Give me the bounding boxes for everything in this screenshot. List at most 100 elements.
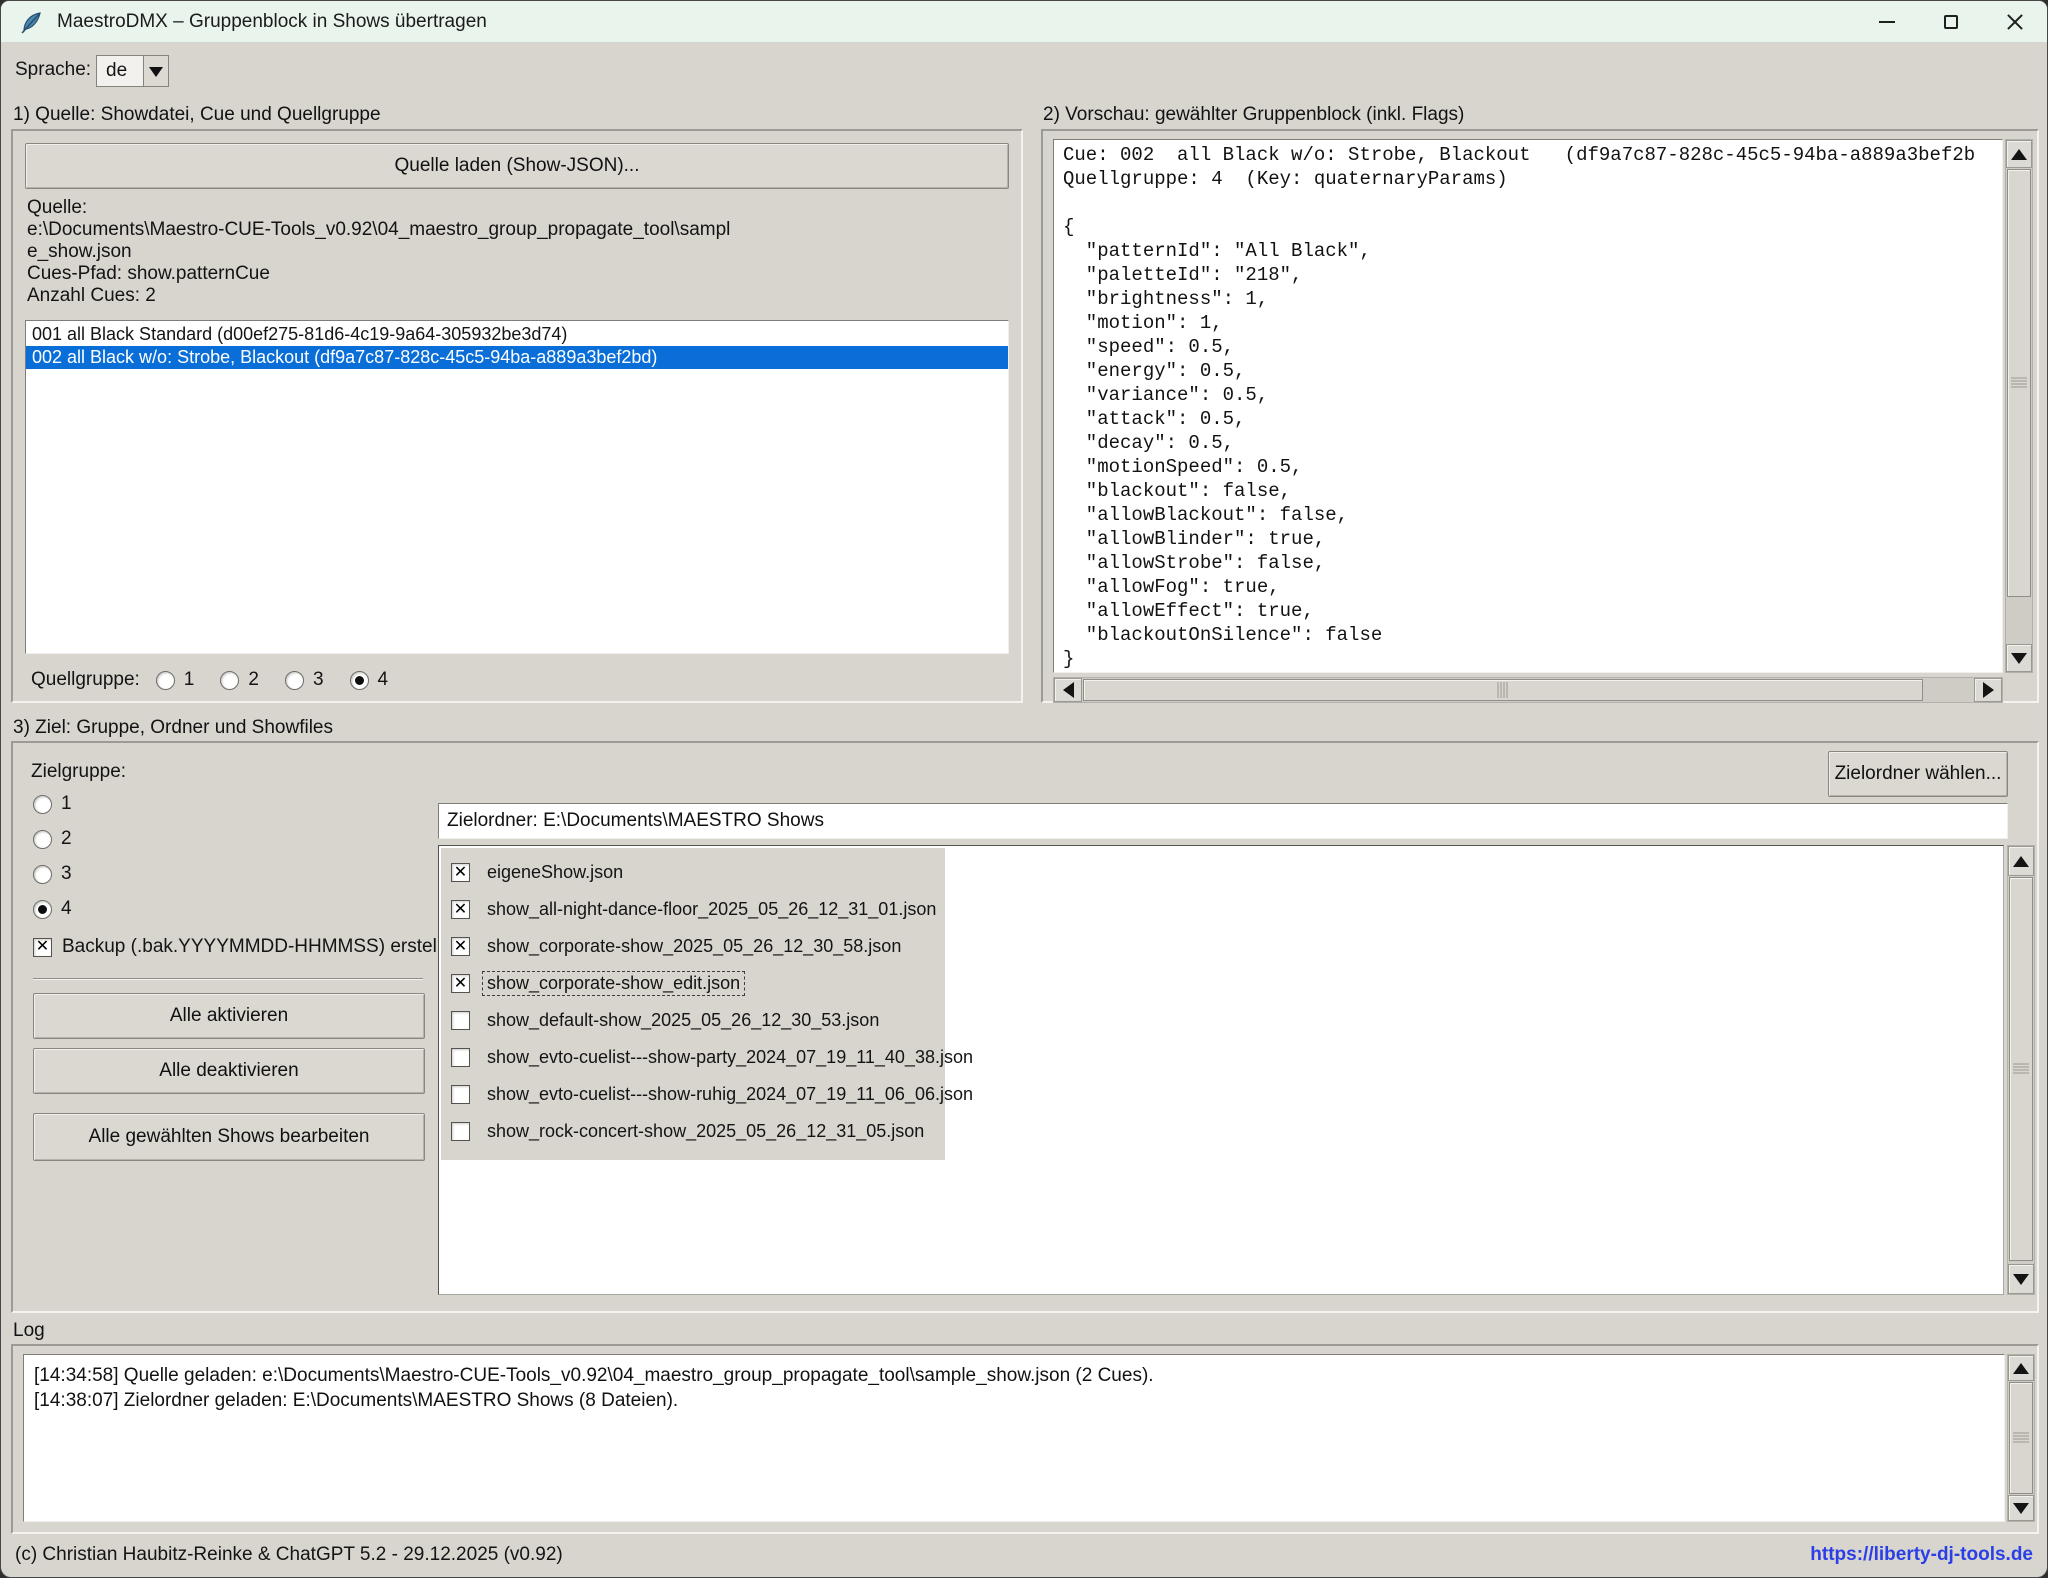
radio-label: 4 [61, 898, 72, 920]
target-folder-input[interactable] [438, 803, 2008, 839]
language-value: de [97, 56, 143, 86]
activate-all-button[interactable]: Alle aktivieren [33, 993, 425, 1039]
triangle-up-icon [2011, 149, 2027, 160]
file-label: show_evto-cuelist---show-ruhig_2024_07_1… [482, 1082, 978, 1107]
scroll-up-icon[interactable] [2006, 140, 2032, 168]
file-label: show_corporate-show_edit.json [482, 971, 745, 996]
radio-label: 1 [61, 793, 72, 815]
scrollbar-thumb[interactable] [2007, 169, 2031, 597]
file-checkbox-item[interactable]: show_rock-concert-show_2025_05_26_12_31_… [441, 1113, 945, 1150]
radio-icon [156, 671, 175, 690]
radio-icon [350, 671, 369, 690]
radio-icon [33, 865, 52, 884]
preview-vertical-scrollbar[interactable] [2005, 139, 2033, 673]
preview-horizontal-scrollbar[interactable] [1053, 677, 2003, 703]
backup-checkbox[interactable]: Backup (.bak.YYYYMMDD-HHMMSS) erstellen [33, 936, 462, 958]
showfiles-vertical-scrollbar[interactable] [2007, 845, 2035, 1295]
website-link[interactable]: https://liberty-dj-tools.de [1810, 1544, 2033, 1566]
checkbox-icon [451, 937, 470, 956]
file-checkbox-item[interactable]: eigeneShow.json [441, 854, 945, 891]
scroll-right-icon[interactable] [1974, 678, 2002, 702]
preview-section-heading: 2) Vorschau: gewählter Gruppenblock (ink… [1043, 104, 1464, 126]
checkbox-icon [451, 974, 470, 993]
target-group-radio-3[interactable]: 3 [33, 863, 72, 885]
target-group-radio-4[interactable]: 4 [33, 898, 72, 920]
scroll-up-icon[interactable] [2008, 1355, 2034, 1381]
triangle-up-icon [2013, 856, 2029, 867]
file-label: show_default-show_2025_05_26_12_30_53.js… [482, 1008, 884, 1033]
radio-label: 2 [61, 828, 72, 850]
file-checkbox-item[interactable]: show_all-night-dance-floor_2025_05_26_12… [441, 891, 945, 928]
checkbox-icon [33, 938, 52, 957]
scroll-down-icon[interactable] [2006, 644, 2032, 672]
close-button[interactable] [1983, 1, 2047, 42]
scrollbar-thumb[interactable] [2009, 1382, 2033, 1494]
scrollbar-thumb[interactable] [2009, 877, 2033, 1261]
cue-list-item[interactable]: 002 all Black w/o: Strobe, Blackout (df9… [26, 346, 1008, 369]
file-label: eigeneShow.json [482, 860, 628, 885]
choose-target-folder-button[interactable]: Zielordner wählen... [1828, 751, 2008, 797]
language-select[interactable]: de [96, 55, 169, 87]
log-vertical-scrollbar[interactable] [2007, 1354, 2035, 1522]
triangle-down-icon [2013, 1503, 2029, 1514]
radio-icon [285, 671, 304, 690]
checkbox-icon [451, 1085, 470, 1104]
minimize-button[interactable] [1855, 1, 1919, 42]
scroll-left-icon[interactable] [1054, 678, 1082, 702]
scroll-down-icon[interactable] [2008, 1264, 2034, 1294]
source-group-radio-2[interactable]: 2 [220, 669, 259, 691]
copyright-text: (c) Christian Haubitz-Reinke & ChatGPT 5… [15, 1544, 563, 1566]
scrollbar-thumb[interactable] [1083, 679, 1923, 701]
deactivate-all-button[interactable]: Alle deaktivieren [33, 1048, 425, 1094]
minimize-icon [1879, 21, 1895, 23]
radio-icon [33, 830, 52, 849]
source-group-row: Quellgruppe: 1 2 3 4 [31, 665, 414, 695]
python-feather-icon [19, 10, 43, 34]
file-checkbox-item[interactable]: show_corporate-show_2025_05_26_12_30_58.… [441, 928, 945, 965]
triangle-down-icon [2011, 653, 2027, 664]
file-checkbox-item[interactable]: show_evto-cuelist---show-ruhig_2024_07_1… [441, 1076, 945, 1113]
maximize-icon [1944, 15, 1958, 29]
cue-listbox[interactable]: 001 all Black Standard (d00ef275-81d6-4c… [25, 320, 1009, 654]
radio-label: 2 [248, 669, 259, 691]
source-section-heading: 1) Quelle: Showdatei, Cue und Quellgrupp… [13, 104, 381, 126]
triangle-left-icon [1063, 682, 1074, 698]
log-text[interactable]: [14:34:58] Quelle geladen: e:\Documents\… [23, 1354, 2005, 1522]
file-checkbox-item[interactable]: show_evto-cuelist---show-party_2024_07_1… [441, 1039, 945, 1076]
log-section-heading: Log [13, 1320, 45, 1342]
target-group-label: Zielgruppe: [31, 761, 126, 783]
file-checkbox-item[interactable]: show_default-show_2025_05_26_12_30_53.js… [441, 1002, 945, 1039]
file-checkbox-item[interactable]: show_corporate-show_edit.json [441, 965, 945, 1002]
source-group-radio-3[interactable]: 3 [285, 669, 324, 691]
dropdown-arrow-icon[interactable] [143, 56, 168, 86]
scroll-up-icon[interactable] [2008, 846, 2034, 876]
triangle-up-icon [2013, 1363, 2029, 1374]
source-group-label: Quellgruppe: [31, 669, 140, 691]
cue-list-item[interactable]: 001 all Black Standard (d00ef275-81d6-4c… [26, 323, 1008, 346]
file-label: show_corporate-show_2025_05_26_12_30_58.… [482, 934, 906, 959]
source-group-radio-1[interactable]: 1 [156, 669, 195, 691]
showfiles-canvas[interactable]: eigeneShow.json show_all-night-dance-flo… [438, 845, 2004, 1295]
target-frame: Zielgruppe: 1 2 3 4 Backup (.bak.YYYYMMD… [11, 741, 2039, 1313]
checkbox-icon [451, 1122, 470, 1141]
triangle-down-icon [2013, 1274, 2029, 1285]
titlebar: MaestroDMX – Gruppenblock in Shows übert… [1, 1, 2047, 43]
target-group-radio-2[interactable]: 2 [33, 828, 72, 850]
source-group-radio-4[interactable]: 4 [350, 669, 389, 691]
radio-label: 1 [184, 669, 195, 691]
checkbox-icon [451, 900, 470, 919]
radio-label: 3 [313, 669, 324, 691]
target-group-radio-1[interactable]: 1 [33, 793, 72, 815]
radio-label: 4 [378, 669, 389, 691]
source-frame: Quelle laden (Show-JSON)... Quelle: e:\D… [11, 129, 1023, 703]
window-title: MaestroDMX – Gruppenblock in Shows übert… [57, 11, 487, 33]
load-source-button[interactable]: Quelle laden (Show-JSON)... [25, 143, 1009, 189]
radio-icon [33, 795, 52, 814]
maximize-button[interactable] [1919, 1, 1983, 42]
preview-text[interactable]: Cue: 002 all Black w/o: Strobe, Blackout… [1053, 139, 2003, 673]
separator [33, 978, 423, 980]
checkbox-icon [451, 863, 470, 882]
scroll-down-icon[interactable] [2008, 1495, 2034, 1521]
process-selected-shows-button[interactable]: Alle gewählten Shows bearbeiten [33, 1113, 425, 1161]
file-label: show_evto-cuelist---show-party_2024_07_1… [482, 1045, 978, 1070]
